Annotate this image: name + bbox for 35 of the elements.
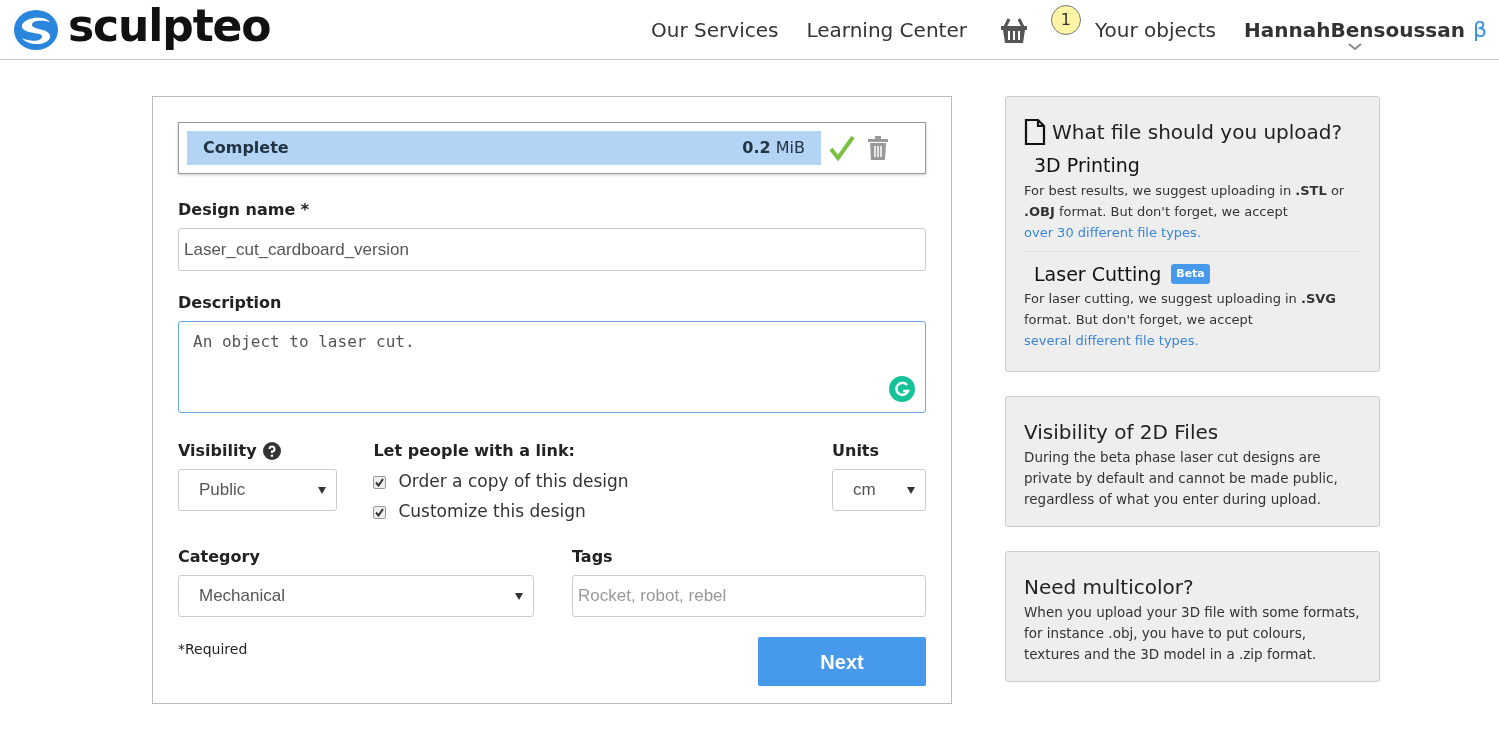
field-label: Design name * (178, 199, 311, 221)
nav-link[interactable]: Learning Center (806, 14, 967, 45)
field-label: Units (832, 440, 881, 462)
beta-mark: β (1472, 16, 1487, 44)
panel-title: What file should you upload? (1052, 119, 1343, 146)
panel-text: During the beta phase laser cut designs are private by default and cannot be made public, regardless of what you enter during upload. (1024, 448, 1339, 509)
field-label: Tags (572, 546, 614, 568)
section-title: 3D Printing (1034, 153, 1140, 178)
your-objects-link[interactable]: Your objects (1094, 14, 1217, 45)
section-title: Laser Cutting (1034, 261, 1162, 287)
beta-badge: Beta (1171, 263, 1210, 284)
field-label: Category (178, 546, 261, 568)
help-text: For best results, we suggest uploading in .STL or .OBJ format. But don't forget, we accept over 30 different file types. (1024, 181, 1346, 242)
file-size: 0.2 MiB (742, 137, 805, 159)
category-select[interactable]: Mechanical (178, 575, 534, 617)
tags-field[interactable]: Rocket, robot, rebel (572, 575, 926, 617)
units-select[interactable]: cm (832, 469, 926, 511)
logo-wordmark[interactable]: sculpteo (68, 3, 271, 56)
checkbox-label: Order a copy of this design (398, 470, 629, 494)
visibility-select[interactable]: Public (178, 469, 337, 511)
required-note: *Required (178, 640, 248, 659)
panel-title: Visibility of 2D Files (1024, 419, 1220, 446)
field-label: Visibility (178, 440, 257, 462)
panel-title: Need multicolor? (1024, 574, 1195, 601)
description-field[interactable]: An object to laser cut. (178, 321, 926, 413)
upload-status: Complete (203, 137, 289, 159)
nav-link[interactable]: Our Services (651, 14, 779, 45)
user-menu-link[interactable]: HannahBensoussan (1244, 14, 1465, 45)
panel-text: When you upload your 3D file with some formats, for instance .obj, you have to put colours, textures and the 3D model in a .zip format. (1024, 603, 1361, 664)
field-label: Description (178, 292, 283, 314)
help-text: For laser cutting, we suggest uploading in .SVG format. But don't forget, we accept several different file types. (1024, 290, 1338, 350)
field-label: Let people with a link: (373, 440, 576, 462)
cart-count-badge: 1 (1050, 4, 1081, 35)
checkbox-label: Customize this design (398, 500, 586, 524)
design-name-field[interactable]: Laser_cut_cardboard_version (178, 228, 926, 271)
